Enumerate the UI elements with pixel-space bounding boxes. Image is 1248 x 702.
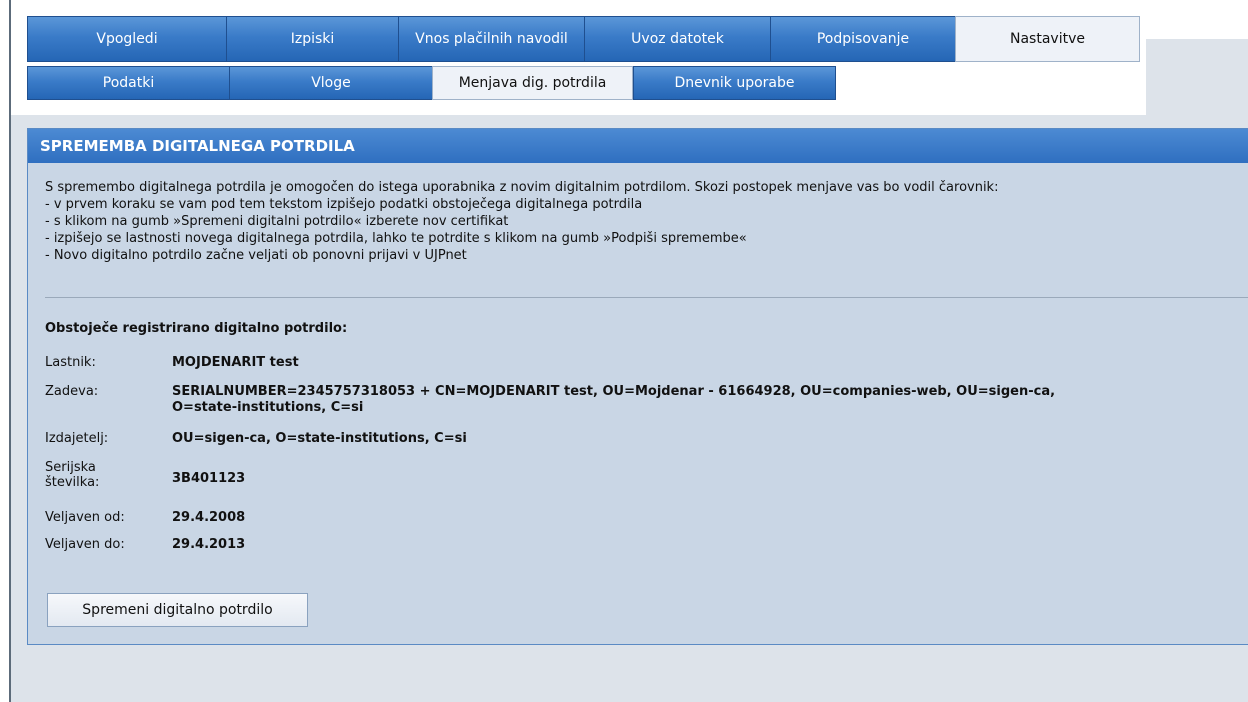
tab-izpiski[interactable]: Izpiski <box>226 16 398 62</box>
sub-tabs: Podatki Vloge Menjava dig. potrdila Dnev… <box>27 66 836 100</box>
intro-line: - izpišejo se lastnosti novega digitalne… <box>45 231 747 246</box>
change-certificate-button[interactable]: Spremeni digitalno potrdilo <box>47 593 308 627</box>
panel-title: SPREMEMBA DIGITALNEGA POTRDILA <box>28 129 1248 163</box>
field-label: Veljaven od: <box>45 510 125 525</box>
field-value: OU=sigen-ca, O=state-institutions, C=si <box>172 431 467 446</box>
field-label: Serijska številka: <box>45 460 155 490</box>
tab-vpogledi[interactable]: Vpogledi <box>27 16 226 62</box>
field-value: 3B401123 <box>172 471 246 486</box>
tab-uvoz-datotek[interactable]: Uvoz datotek <box>584 16 770 62</box>
field-value-line2: O=state-institutions, C=si <box>172 400 364 415</box>
subtab-vloge[interactable]: Vloge <box>229 66 432 100</box>
subtab-podatki[interactable]: Podatki <box>27 66 229 100</box>
tab-vnos-placilnih-navodil[interactable]: Vnos plačilnih navodil <box>398 16 584 62</box>
subtab-menjava-dig-potrdila[interactable]: Menjava dig. potrdila <box>432 66 633 100</box>
divider <box>45 297 1248 298</box>
main-tabs: Vpogledi Izpiski Vnos plačilnih navodil … <box>27 16 1140 62</box>
field-label: Zadeva: <box>45 384 99 399</box>
tab-nastavitve[interactable]: Nastavitve <box>955 16 1140 62</box>
certificate-change-panel: SPREMEMBA DIGITALNEGA POTRDILA S spremem… <box>27 128 1248 645</box>
field-value: MOJDENARIT test <box>172 355 299 370</box>
intro-text: S spremembo digitalnega potrdila je omog… <box>45 179 1245 264</box>
subtab-dnevnik-uporabe[interactable]: Dnevnik uporabe <box>633 66 836 100</box>
field-label-line1: Serijska <box>45 460 96 475</box>
section-title: Obstoječe registrirano digitalno potrdil… <box>45 321 348 336</box>
field-value-line1: SERIALNUMBER=2345757318053 + CN=MOJDENAR… <box>172 384 1056 399</box>
field-label: Veljaven do: <box>45 537 125 552</box>
intro-line: - s klikom na gumb »Spremeni digitalni p… <box>45 214 509 229</box>
field-label: Lastnik: <box>45 355 96 370</box>
tab-podpisovanje[interactable]: Podpisovanje <box>770 16 955 62</box>
field-value: 29.4.2008 <box>172 510 246 525</box>
intro-line: - Novo digitalno potrdilo začne veljati … <box>45 248 467 263</box>
field-value: 29.4.2013 <box>172 537 246 552</box>
intro-line: S spremembo digitalnega potrdila je omog… <box>45 180 999 195</box>
top-bar <box>11 0 1248 13</box>
left-margin <box>0 0 9 702</box>
field-label-line2: številka: <box>45 475 100 490</box>
intro-line: - v prvem koraku se vam pod tem tekstom … <box>45 197 643 212</box>
field-label: Izdajetelj: <box>45 431 109 446</box>
tabs-background-right <box>1146 39 1248 115</box>
